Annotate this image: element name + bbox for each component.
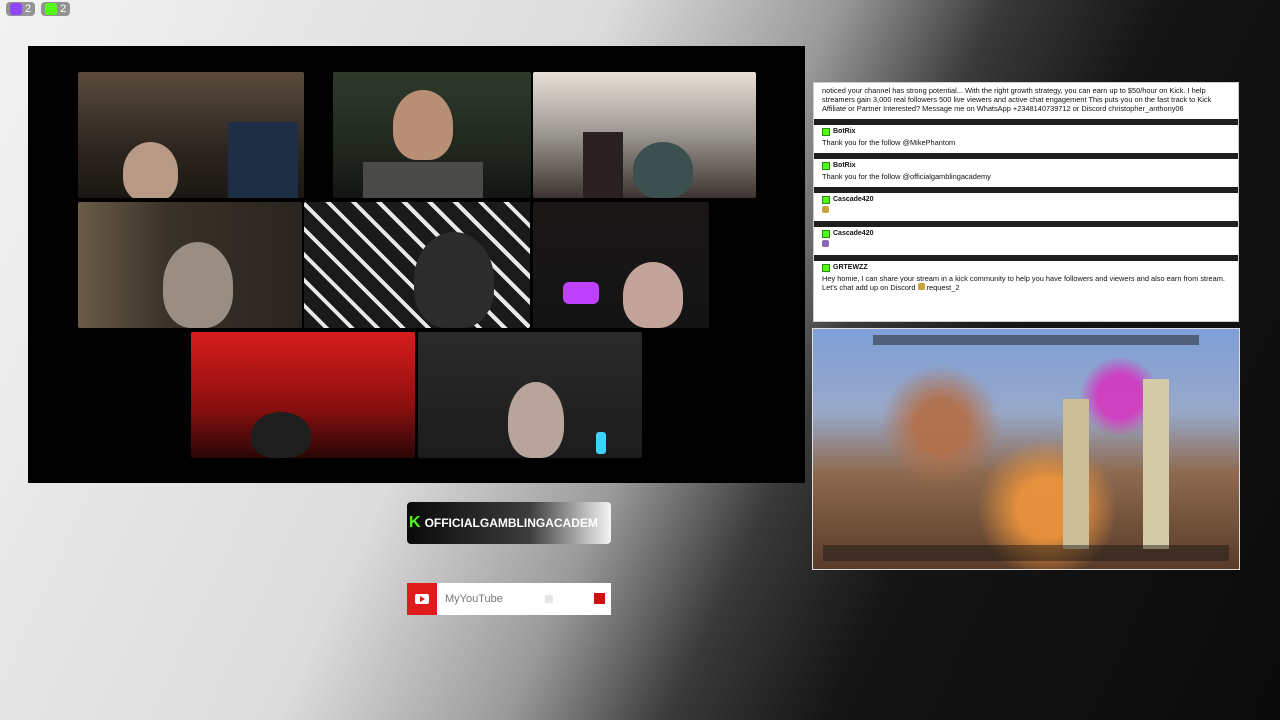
kick-viewer-count: 2: [60, 3, 67, 15]
banner-decoration: [545, 595, 553, 603]
chat-badge-icon: [822, 263, 830, 272]
twitch-viewer-badge: 2: [6, 2, 36, 16]
person-silhouette: [623, 262, 683, 328]
chat-overlay: noticed your channel has strong potentia…: [813, 82, 1239, 322]
chair-shape: [583, 132, 623, 198]
kick-viewer-badge: 2: [41, 2, 71, 16]
emote-icon: [917, 283, 925, 290]
chat-message-text: Thank you for the follow @MikePhantom: [822, 138, 956, 147]
person-silhouette: [508, 382, 564, 458]
chat-username: GRTEWZZ: [833, 264, 868, 271]
chat-message: Cascade420: [814, 193, 1238, 227]
chat-username: Cascade420: [833, 196, 874, 203]
chat-message-text: Hey homie, I can share your stream in a …: [822, 274, 1225, 292]
banner-accent-square: [594, 593, 605, 604]
purple-light: [563, 282, 599, 304]
kick-logo-icon: K: [409, 514, 421, 531]
chat-badge-icon: [822, 229, 830, 238]
person-silhouette: [414, 232, 494, 328]
chat-message: noticed your channel has strong potentia…: [814, 83, 1238, 125]
game-hud-top: [873, 335, 1199, 345]
chat-badge-icon: [822, 161, 830, 170]
chair-shape: [228, 122, 298, 198]
chat-message: GRTEWZZ Hey homie, I can share your stre…: [814, 261, 1238, 298]
webcam-tile-5: [304, 202, 530, 328]
person-silhouette: [123, 142, 178, 198]
kick-icon: [45, 3, 58, 15]
emote-icon: [822, 240, 829, 247]
webcam-tile-2: [333, 72, 531, 198]
webcam-tile-8: [418, 332, 642, 458]
video-call-grid: [28, 46, 805, 483]
chat-username: BotRix: [833, 128, 856, 135]
youtube-social-banner: MyYouTube: [407, 583, 611, 615]
chat-message: BotRix Thank you for the follow @MikePha…: [814, 125, 1238, 159]
chat-badge-icon: [822, 195, 830, 204]
chat-badge-icon: [822, 127, 830, 136]
game-pillar: [1063, 399, 1089, 549]
webcam-tile-3: [533, 72, 756, 198]
person-silhouette: [633, 142, 693, 198]
chat-message-text: noticed your channel has strong potentia…: [822, 86, 1212, 113]
chat-username: BotRix: [833, 162, 856, 169]
shirt-shape: [363, 162, 483, 198]
cyan-light: [596, 432, 606, 454]
webcam-tile-6: [533, 202, 709, 328]
twitch-icon: [10, 3, 22, 15]
webcam-tile-7: [191, 332, 415, 458]
person-silhouette: [251, 412, 311, 458]
kick-channel-name: OFFICIALGAMBLINGACADEM: [424, 516, 598, 530]
person-silhouette: [163, 242, 233, 328]
game-hud-bottom: [823, 545, 1229, 561]
webcam-tile-4: [78, 202, 302, 328]
chat-message-extra: request_2: [926, 283, 960, 292]
chat-message: BotRix Thank you for the follow @officia…: [814, 159, 1238, 193]
chat-message-text: Thank you for the follow @officialgambli…: [822, 172, 991, 181]
youtube-logo-icon: [407, 583, 437, 615]
webcam-tile-1: [78, 72, 304, 198]
emote-icon: [822, 206, 829, 213]
chat-message: Cascade420: [814, 227, 1238, 261]
person-silhouette: [393, 90, 453, 160]
top-badges: 2 2: [6, 2, 71, 16]
kick-social-banner: K OFFICIALGAMBLINGACADEM: [407, 502, 611, 544]
gameplay-capture: [812, 328, 1240, 570]
game-pillar: [1143, 379, 1169, 549]
youtube-channel-name: MyYouTube: [445, 593, 503, 605]
chat-username: Cascade420: [833, 230, 874, 237]
twitch-viewer-count: 2: [25, 3, 32, 15]
